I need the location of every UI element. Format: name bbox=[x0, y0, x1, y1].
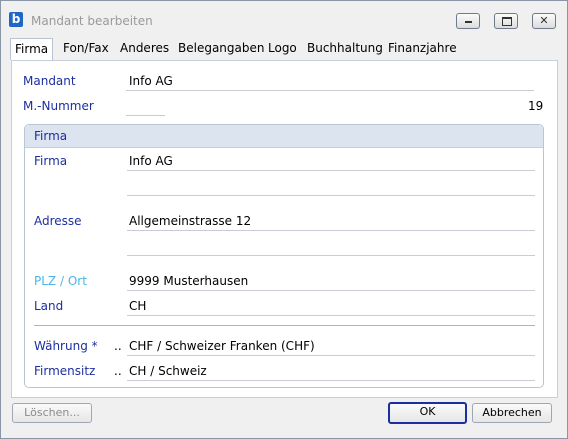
land-field[interactable]: CH bbox=[129, 299, 146, 313]
firma-group: Firma Firma Info AG Adresse Allgemeinstr… bbox=[24, 124, 544, 388]
waehrung-lookup-button[interactable]: .. bbox=[114, 339, 122, 353]
tab-finanzjahre[interactable]: Finanzjahre bbox=[384, 38, 461, 59]
adresse-underline bbox=[127, 230, 535, 231]
plz-underline bbox=[127, 290, 535, 291]
firma-underline-2 bbox=[127, 195, 535, 196]
firma-field[interactable]: Info AG bbox=[129, 154, 173, 168]
group-title: Firma bbox=[34, 129, 68, 143]
tab-logo[interactable]: Logo bbox=[264, 38, 301, 59]
tab-belegangaben[interactable]: Belegangaben bbox=[174, 38, 268, 59]
delete-button[interactable]: Löschen... bbox=[12, 403, 92, 423]
minimize-button[interactable] bbox=[456, 13, 480, 29]
firmensitz-lookup-button[interactable]: .. bbox=[114, 364, 122, 378]
minimize-icon bbox=[457, 14, 479, 28]
maximize-icon bbox=[495, 14, 517, 28]
cancel-button[interactable]: Abbrechen bbox=[472, 403, 552, 423]
nummer-label: M.-Nummer bbox=[23, 99, 94, 113]
mandant-label: Mandant bbox=[23, 74, 76, 88]
ok-button[interactable]: OK bbox=[388, 402, 467, 424]
tab-panel-firma: Mandant Info AG M.-Nummer 19 Firma Firma… bbox=[11, 60, 558, 398]
close-button[interactable]: ✕ bbox=[532, 13, 556, 29]
firma-underline bbox=[127, 170, 535, 171]
mandant-field[interactable]: Info AG bbox=[129, 74, 173, 88]
plz-ort-field[interactable]: 9999 Musterhausen bbox=[129, 274, 248, 288]
mandant-underline bbox=[126, 90, 534, 91]
adresse-field[interactable]: Allgemeinstrasse 12 bbox=[129, 214, 251, 228]
tab-fon-fax[interactable]: Fon/Fax bbox=[59, 38, 113, 59]
title-bar[interactable]: b Mandant bearbeiten ✕ bbox=[1, 1, 567, 33]
waehrung-field[interactable]: CHF / Schweizer Franken (CHF) bbox=[129, 339, 315, 353]
plz-ort-label: PLZ / Ort bbox=[34, 274, 87, 288]
window-title: Mandant bearbeiten bbox=[31, 14, 153, 28]
tab-firma[interactable]: Firma bbox=[10, 38, 54, 60]
group-header: Firma bbox=[25, 125, 543, 148]
firmensitz-underline bbox=[127, 380, 535, 381]
adresse-label: Adresse bbox=[34, 214, 82, 228]
close-icon: ✕ bbox=[539, 14, 549, 27]
nummer-underline bbox=[126, 115, 165, 116]
adresse-underline-2 bbox=[127, 255, 535, 256]
land-underline bbox=[127, 315, 535, 316]
tab-anderes[interactable]: Anderes bbox=[116, 38, 173, 59]
maximize-button[interactable] bbox=[494, 13, 518, 29]
firma-label: Firma bbox=[34, 154, 68, 168]
app-logo-icon: b bbox=[9, 12, 23, 27]
firmensitz-field[interactable]: CH / Schweiz bbox=[129, 364, 207, 378]
waehrung-label: Währung * bbox=[34, 339, 98, 353]
dialog-window: b Mandant bearbeiten ✕ Firma Fon/Fax And… bbox=[0, 0, 568, 439]
waehrung-underline bbox=[127, 355, 535, 356]
nummer-value: 19 bbox=[528, 99, 544, 113]
section-divider bbox=[34, 325, 535, 326]
firmensitz-label: Firmensitz bbox=[34, 364, 96, 378]
land-label: Land bbox=[34, 299, 64, 313]
tab-buchhaltung[interactable]: Buchhaltung bbox=[303, 38, 387, 59]
